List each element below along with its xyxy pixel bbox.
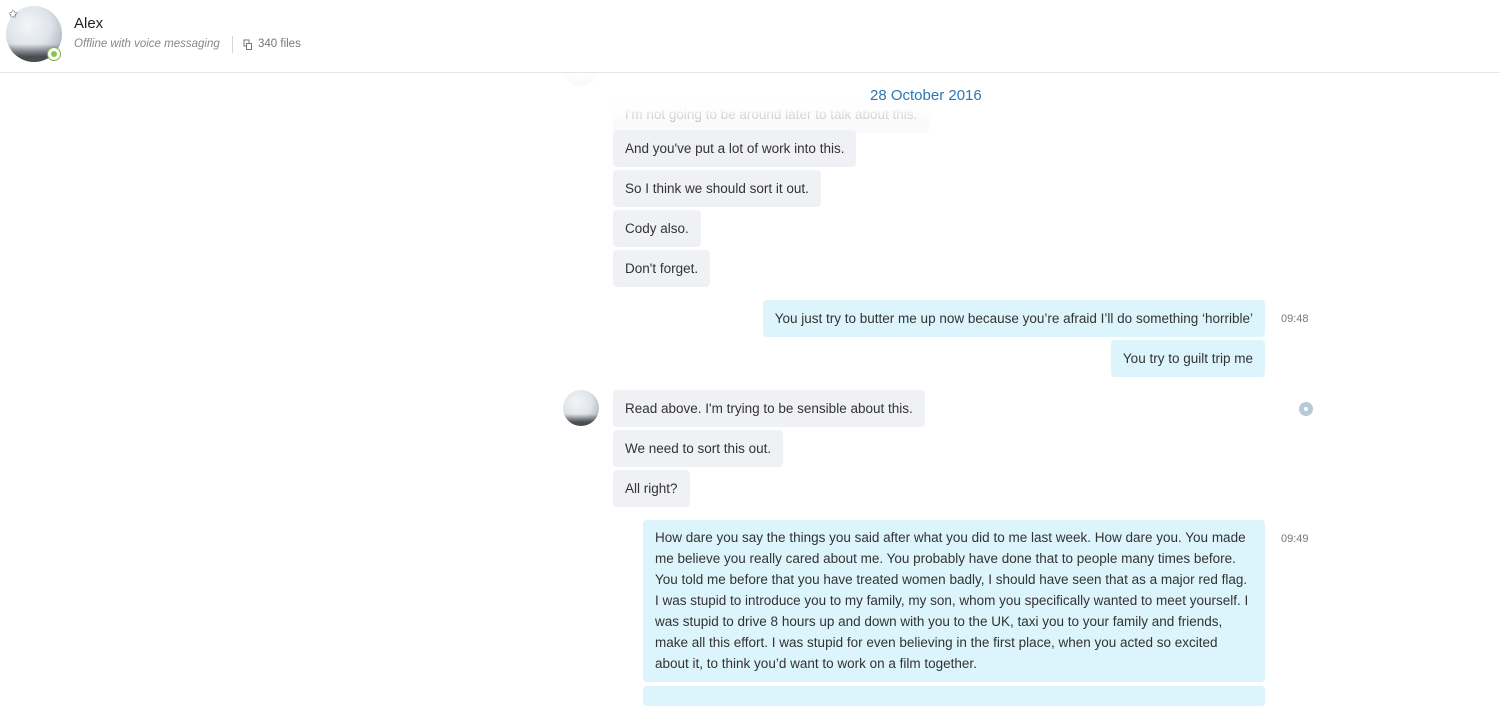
message-bubble-outgoing[interactable]: You try to guilt trip me — [1110, 340, 1265, 377]
header-divider — [232, 36, 233, 53]
message-bubble[interactable]: And you've put a lot of work into this. — [613, 130, 857, 167]
conversation: 28 October 2016 I'm not going to be arou… — [0, 50, 1500, 706]
contact-name[interactable]: Alex — [74, 15, 103, 32]
chat-header: ✩ Alex Offline with voice messaging 340 … — [0, 0, 1500, 73]
online-status-icon — [47, 47, 61, 61]
message-bubble[interactable]: Don't forget. — [613, 250, 711, 287]
message-bubble[interactable]: Read above. I'm trying to be sensible ab… — [613, 390, 925, 427]
files-icon[interactable] — [243, 39, 253, 51]
message-bubble-outgoing[interactable] — [643, 686, 1265, 706]
message-bubble[interactable]: All right? — [613, 470, 690, 507]
message-bubble[interactable]: Cody also. — [613, 210, 701, 247]
message-timestamp: 09:48 — [1281, 313, 1309, 325]
message-bubble[interactable]: We need to sort this out. — [613, 430, 784, 467]
star-icon[interactable]: ✩ — [8, 8, 20, 20]
date-separator: 28 October 2016 — [870, 87, 982, 104]
message-bubble-outgoing[interactable]: You just try to butter me up now because… — [762, 300, 1265, 337]
read-status-icon — [1299, 402, 1313, 416]
files-count[interactable]: 340 files — [258, 38, 301, 50]
message-bubble-outgoing-long[interactable]: How dare you say the things you said aft… — [643, 520, 1265, 682]
contact-avatar-small[interactable] — [563, 390, 599, 426]
date-band — [0, 72, 1500, 124]
message-timestamp: 09:49 — [1281, 533, 1309, 545]
message-bubble[interactable]: So I think we should sort it out. — [613, 170, 821, 207]
contact-status: Offline with voice messaging — [74, 38, 220, 50]
